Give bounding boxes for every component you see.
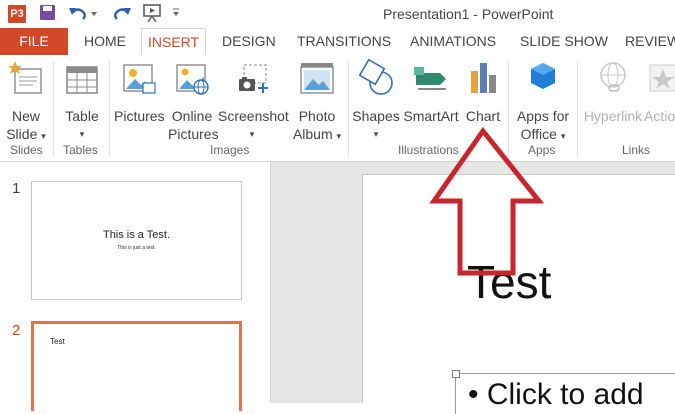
- red-arrow-annotation: [429, 126, 545, 276]
